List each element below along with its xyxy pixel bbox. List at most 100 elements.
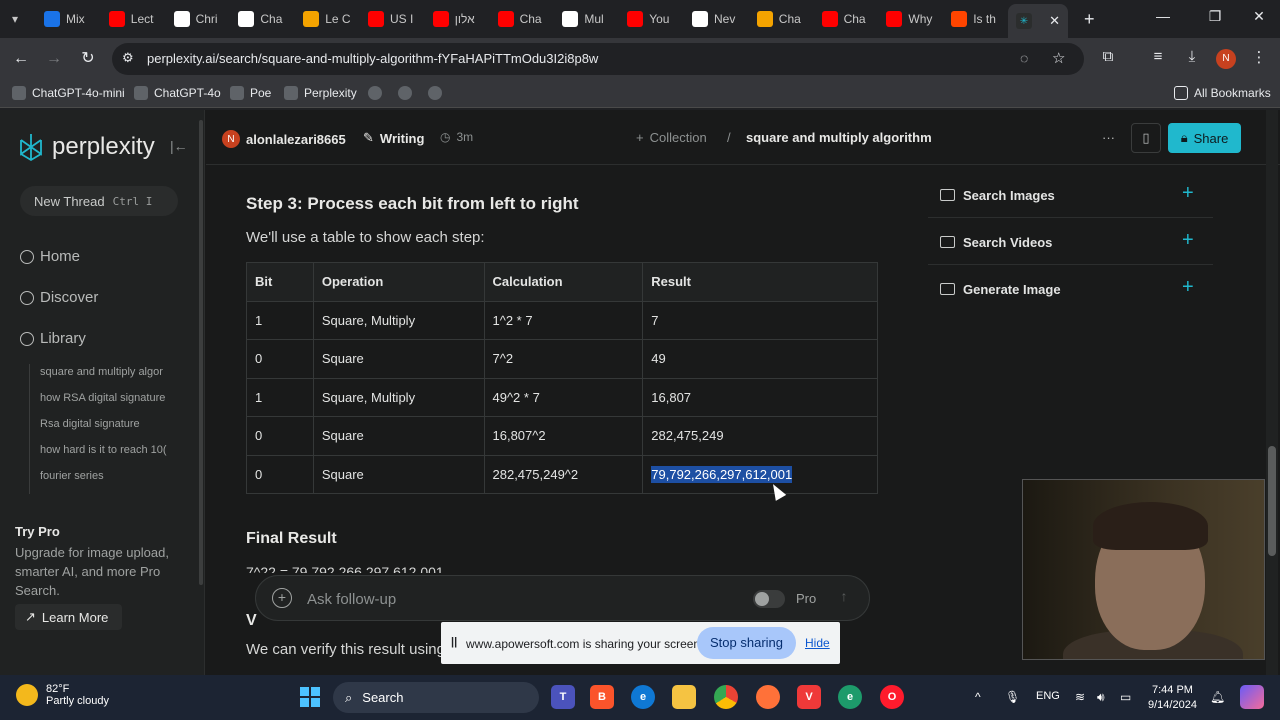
bookmark-chatgpt-4o-mini[interactable]: ChatGPT-4o-mini <box>12 86 125 100</box>
browser-tab[interactable]: Chri <box>166 6 229 32</box>
search-videos-item[interactable]: Search Videos + <box>928 221 1213 265</box>
plus-icon[interactable]: + <box>1182 229 1194 252</box>
chrome-icon[interactable] <box>714 685 738 709</box>
collapse-sidebar-icon[interactable]: |← <box>170 138 188 154</box>
browser-tab[interactable]: Mul <box>554 6 617 32</box>
download-icon[interactable]: ⤓ <box>1181 48 1203 65</box>
generate-image-item[interactable]: Generate Image + <box>928 268 1213 312</box>
microphone-icon[interactable]: 🎙︎ <box>1005 690 1020 704</box>
browser-tab[interactable]: Nev <box>684 6 747 32</box>
browser-tab[interactable]: Cha <box>749 6 812 32</box>
plus-icon[interactable]: + <box>1182 182 1194 205</box>
star-icon[interactable]: ☆ <box>1052 49 1065 67</box>
bookmark-poe[interactable]: Poe <box>230 86 271 100</box>
poe-icon <box>230 86 244 100</box>
plus-icon[interactable]: + <box>1182 276 1194 299</box>
site-info-icon[interactable]: ⚙ <box>122 50 134 66</box>
tab-label: US I <box>390 12 414 26</box>
perplexity-logo[interactable]: perplexity <box>18 132 155 162</box>
bookmark-globe-2[interactable] <box>398 86 412 100</box>
mode-writing[interactable]: ✎ Writing <box>363 130 424 146</box>
tab-search-icon[interactable]: ▾ <box>4 6 32 32</box>
stop-sharing-button[interactable]: Stop sharing <box>697 627 796 659</box>
bookmark-globe-3[interactable] <box>428 86 442 100</box>
close-tab-icon[interactable]: ✕ <box>1049 13 1060 29</box>
browser-tab[interactable]: US I <box>360 6 423 32</box>
search-images-item[interactable]: Search Images + <box>928 174 1213 218</box>
browser-tab[interactable]: Why <box>878 6 941 32</box>
language-indicator[interactable]: ENG <box>1036 690 1060 702</box>
perplexity-logo-icon <box>20 134 42 162</box>
edge-icon[interactable]: e <box>631 685 655 709</box>
reload-icon[interactable]: ↻ <box>77 48 99 70</box>
browser-tab[interactable]: אלון <box>425 6 488 32</box>
browser-tab[interactable]: Cha <box>490 6 553 32</box>
pro-toggle[interactable] <box>753 590 785 608</box>
library-item[interactable]: how hard is it to reach 10( <box>40 442 179 468</box>
notifications-icon[interactable]: 🔔︎ <box>1210 690 1225 704</box>
bookmark-thread-button[interactable]: ▯ <box>1131 123 1161 153</box>
browser-tab[interactable]: You <box>619 6 682 32</box>
edge-canary-icon[interactable]: e <box>838 685 862 709</box>
weather-widget[interactable]: 82°F Partly cloudy <box>16 683 109 707</box>
window-close-button[interactable]: ✕ <box>1244 8 1274 25</box>
send-arrow-icon[interactable]: ↑ <box>833 588 855 610</box>
browser-tab[interactable]: Is th <box>943 6 1006 32</box>
library-item[interactable]: fourier series <box>40 468 179 494</box>
hide-banner-link[interactable]: Hide <box>805 636 830 650</box>
maximize-button[interactable]: ❐ <box>1200 8 1230 25</box>
nav-discover[interactable]: Discover <box>20 289 98 306</box>
library-item[interactable]: square and multiply algor <box>40 364 179 390</box>
address-bar[interactable]: ⚙ perplexity.ai/search/square-and-multip… <box>112 43 1084 75</box>
opera-icon[interactable]: O <box>880 685 904 709</box>
volume-icon[interactable]: 🔊︎ <box>1097 690 1105 705</box>
back-icon[interactable]: ← <box>10 48 32 70</box>
battery-icon[interactable]: ▭ <box>1120 690 1131 704</box>
sidebar-scrollbar[interactable] <box>199 120 203 585</box>
file-explorer-icon[interactable] <box>672 685 696 709</box>
nav-library[interactable]: Library <box>20 330 86 347</box>
media-icon[interactable]: ≡ <box>1147 48 1169 65</box>
share-button[interactable]: 🔒︎ Share <box>1168 123 1241 153</box>
chevron-up-icon[interactable]: ^ <box>975 690 981 704</box>
all-bookmarks[interactable]: All Bookmarks <box>1174 86 1271 100</box>
firefox-icon[interactable] <box>756 685 780 709</box>
new-tab-icon[interactable]: + <box>1076 6 1102 32</box>
taskbar-search[interactable]: ⌕ Search <box>333 682 539 713</box>
vivaldi-icon[interactable]: V <box>797 685 821 709</box>
learn-more-button[interactable]: ↗ Learn More <box>15 604 122 630</box>
eye-off-icon[interactable]: ◌ <box>1020 50 1028 66</box>
bookmark-globe-1[interactable] <box>368 86 382 100</box>
browser-tab[interactable]: Cha <box>230 6 293 32</box>
browser-tab[interactable]: Lect <box>101 6 164 32</box>
minimize-button[interactable]: — <box>1148 8 1178 24</box>
browser-tab[interactable]: Le C <box>295 6 358 32</box>
scrollbar-thumb[interactable] <box>1268 446 1276 556</box>
thread-author[interactable]: Nalonlalezari8665 <box>222 130 346 148</box>
nav-home[interactable]: Home <box>20 248 80 265</box>
forward-icon[interactable]: → <box>43 48 65 70</box>
collection-button[interactable]: + Collection <box>636 130 707 145</box>
windows-start-icon[interactable] <box>300 687 320 707</box>
more-options-icon[interactable]: ··· <box>1102 130 1115 145</box>
wifi-icon[interactable]: ≋ <box>1075 690 1085 704</box>
library-item[interactable]: Rsa digital signature <box>40 416 179 442</box>
bookmark-perplexity[interactable]: Perplexity <box>284 86 357 100</box>
menu-icon[interactable]: ⋮ <box>1248 48 1270 66</box>
ask-followup-bar[interactable]: + Ask follow-up Pro ↑ <box>255 575 870 621</box>
attach-plus-icon[interactable]: + <box>272 588 292 608</box>
taskbar-clock[interactable]: 7:44 PM 9/14/2024 <box>1148 683 1197 713</box>
browser-tab[interactable]: Mix <box>36 6 99 32</box>
browser-tab[interactable]: Cha <box>814 6 877 32</box>
library-item[interactable]: how RSA digital signature <box>40 390 179 416</box>
profile-avatar[interactable]: N <box>1216 49 1236 69</box>
extensions-icon[interactable]: ⧉ <box>1097 48 1119 65</box>
ask-followup-placeholder[interactable]: Ask follow-up <box>307 591 396 608</box>
teams-icon[interactable]: T <box>551 685 575 709</box>
active-tab[interactable]: ✳ ✕ <box>1008 4 1068 38</box>
bookmark-chatgpt-4o[interactable]: ChatGPT-4o <box>134 86 221 100</box>
brave-icon[interactable]: B <box>590 685 614 709</box>
copilot-icon[interactable] <box>1240 685 1264 709</box>
new-thread-button[interactable]: New Thread Ctrl I <box>20 186 178 216</box>
page-scrollbar[interactable] <box>1266 110 1278 675</box>
